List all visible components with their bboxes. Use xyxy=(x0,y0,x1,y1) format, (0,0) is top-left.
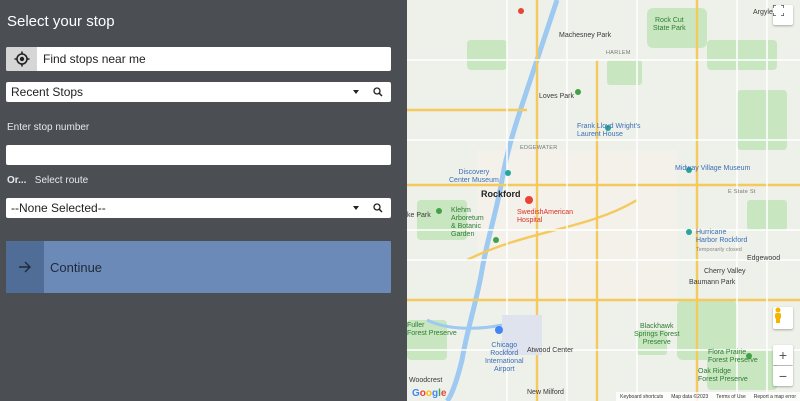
chevron-down-icon xyxy=(353,90,359,94)
route-select[interactable]: --None Selected-- xyxy=(6,198,391,218)
label-loves-park: Loves Park xyxy=(539,93,575,100)
terms-link[interactable]: Terms of Use xyxy=(716,394,745,400)
label-cherry-valley: Cherry Valley xyxy=(704,268,746,275)
find-stops-near-me-button[interactable]: Find stops near me xyxy=(6,47,391,71)
label-swedish: SwedishAmerican Hospital xyxy=(517,209,574,224)
label-baumann: Baumann Park xyxy=(689,279,736,286)
label-fuller: Fuller Forest Preserve xyxy=(407,322,457,337)
keyboard-shortcuts-link[interactable]: Keyboard shortcuts xyxy=(620,394,663,400)
panel-title: Select your stop xyxy=(7,13,115,30)
map-canvas xyxy=(407,0,800,401)
stop-number-input[interactable] xyxy=(6,145,391,165)
recent-stops-select[interactable]: Recent Stops xyxy=(6,82,391,102)
find-stops-label: Find stops near me xyxy=(43,52,146,66)
report-error-link[interactable]: Report a map error xyxy=(754,394,796,400)
zoom-in-button[interactable]: + xyxy=(773,345,793,365)
map-footer: Keyboard shortcuts Map data ©2023 Terms … xyxy=(616,392,800,401)
label-flw: Frank Lloyd Wright's Laurent House xyxy=(577,123,641,138)
label-discovery: Discovery Center Museum xyxy=(449,169,499,184)
select-route-label: Select route xyxy=(34,175,89,186)
search-icon[interactable] xyxy=(369,87,387,97)
street-view-pegman-button[interactable] xyxy=(773,307,793,329)
continue-label: Continue xyxy=(50,259,103,275)
pegman-icon xyxy=(775,307,781,323)
route-label-row: Or... Select route xyxy=(7,175,88,186)
chevron-down-icon xyxy=(353,206,359,210)
or-label: Or... xyxy=(7,175,27,186)
label-edgewood: Edgewood xyxy=(747,255,781,262)
label-klehm: Klehm Arboretum & Botanic Garden xyxy=(451,207,484,238)
search-icon[interactable] xyxy=(369,203,387,213)
label-temp-closed: Temporarily closed xyxy=(696,247,742,253)
label-harlem: HARLEM xyxy=(606,50,631,56)
label-airport: Chicago Rockford International Airport xyxy=(485,342,524,373)
arrow-right-icon xyxy=(6,241,44,293)
recent-stops-value: Recent Stops xyxy=(11,85,84,99)
locate-icon xyxy=(6,47,37,71)
label-e-state: E State St xyxy=(728,189,756,195)
label-hurricane: Hurricane Harbor Rockford xyxy=(696,229,748,244)
label-ke-park: ke Park xyxy=(407,212,431,219)
label-machesney-park: Machesney Park xyxy=(559,32,612,39)
zoom-out-button[interactable]: − xyxy=(773,366,793,386)
label-new-milford: New Milford xyxy=(527,389,564,396)
label-rock-cut: Rock Cut State Park xyxy=(653,17,686,32)
label-midway: Midway Village Museum xyxy=(675,165,751,172)
map-view[interactable]: Machesney Park Loves Park Rock Cut State… xyxy=(407,0,800,401)
label-argyle: Argyle xyxy=(753,9,773,16)
continue-button[interactable]: Continue xyxy=(6,241,391,293)
label-atwood: Atwood Center xyxy=(527,347,574,354)
fullscreen-button[interactable] xyxy=(773,5,793,25)
label-flora: Flora Prairie Forest Preserve xyxy=(708,349,758,364)
label-edgewater: EDGEWATER xyxy=(520,145,558,151)
label-rockford: Rockford xyxy=(481,189,521,199)
label-blackhawk: Blackhawk Springs Forest Preserve xyxy=(634,323,680,346)
map-data-text: Map data ©2023 xyxy=(671,393,709,400)
label-oak-ridge: Oak Ridge Forest Preserve xyxy=(698,368,748,383)
label-woodcrest: Woodcrest xyxy=(409,377,443,384)
fullscreen-icon xyxy=(773,5,784,16)
stop-number-label: Enter stop number xyxy=(7,122,90,133)
route-select-value: --None Selected-- xyxy=(11,201,106,215)
stop-selection-panel: Select your stop Find stops near me Rece… xyxy=(0,0,407,401)
google-logo: Google xyxy=(412,388,447,399)
